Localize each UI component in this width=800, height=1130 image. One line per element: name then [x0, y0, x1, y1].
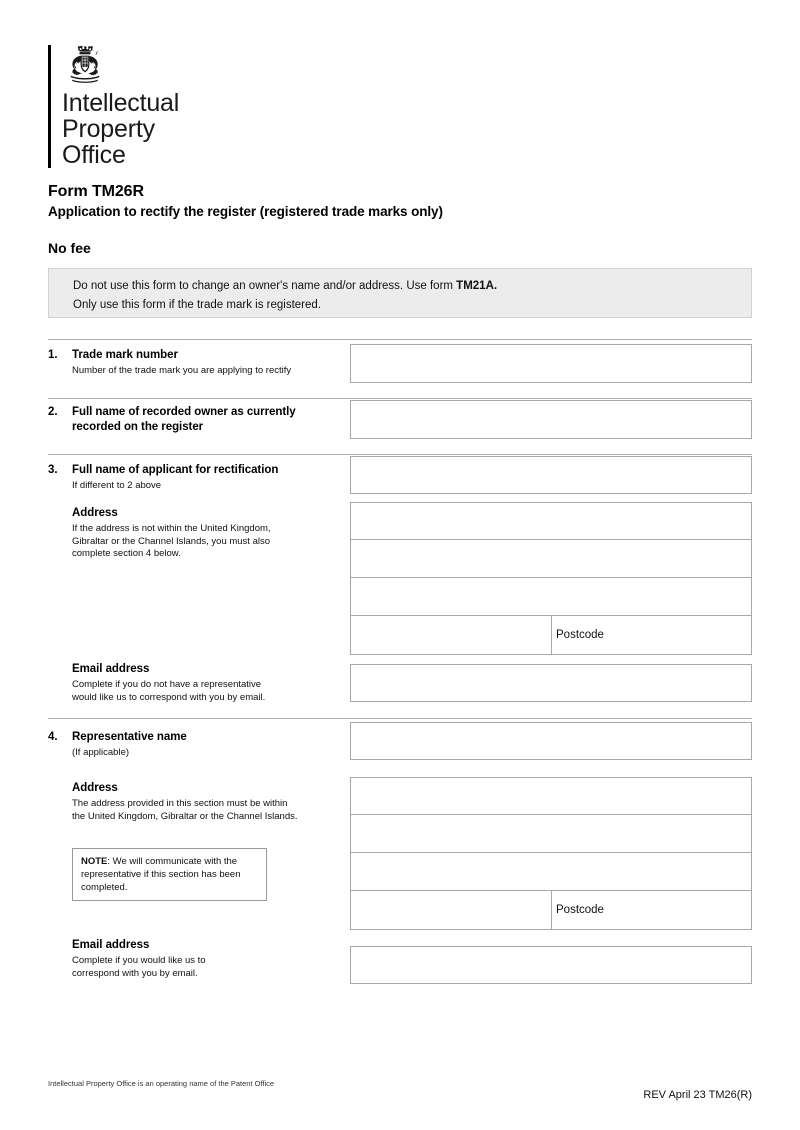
applicant-address-line-3-input[interactable] [350, 577, 752, 616]
applicant-name-input[interactable] [350, 456, 752, 494]
section-4-email-hint-2: correspond with you by email. [72, 967, 198, 979]
notice-box: Do not use this form to change an owner'… [48, 268, 752, 318]
section-1-number: 1. [48, 349, 58, 361]
representative-email-input[interactable] [350, 946, 752, 984]
section-rule-3 [48, 454, 752, 455]
ipo-logo: Intellectual Property Office [48, 45, 179, 168]
section-1-hint: Number of the trade mark you are applyin… [72, 365, 292, 376]
applicant-address-line-2-input[interactable] [350, 539, 752, 578]
notice-form-ref: TM21A. [456, 280, 498, 292]
section-3-email-hint-2: would like us to correspond with you by … [72, 691, 266, 703]
logo-line-1: Intellectual [62, 89, 180, 117]
applicant-address-town-input[interactable] [350, 615, 552, 655]
section-4-title: Representative name [72, 731, 187, 743]
applicant-postcode-label: Postcode [556, 629, 604, 641]
notice-line-1: Do not use this form to change an owner'… [73, 277, 751, 296]
form-page: Intellectual Property Office Form TM26R … [0, 0, 800, 1130]
representative-postcode-label: Postcode [556, 904, 604, 916]
representative-note-box: NOTE: We will communicate with the repre… [72, 848, 267, 901]
recorded-owner-name-input[interactable] [350, 400, 752, 439]
form-title: Form TM26R [48, 183, 144, 200]
section-rule-1 [48, 339, 752, 340]
section-rule-4 [48, 718, 752, 719]
trade-mark-number-input[interactable] [350, 344, 752, 383]
notice-line-1-text: Do not use this form to change an owner'… [73, 280, 457, 292]
section-4-address-title: Address [72, 782, 118, 794]
representative-note-text: NOTE: We will communicate with the repre… [81, 855, 259, 894]
section-3-email-hint-1: Complete if you do not have a representa… [72, 679, 262, 690]
logo-line-2: Property [62, 115, 155, 143]
logo-vertical-bar [48, 45, 51, 168]
section-3-hint: If different to 2 above [72, 480, 162, 491]
section-1-title: Trade mark number [72, 349, 178, 361]
form-subtitle: Application to rectify the register (reg… [48, 204, 443, 219]
section-3-address-title: Address [72, 507, 118, 519]
section-4-email-hint-1: Complete if you would like us to [72, 955, 206, 966]
representative-address-town-input[interactable] [350, 890, 552, 930]
footer-legal-text: Intellectual Property Office is an opera… [48, 1079, 275, 1088]
section-3-email-title: Email address [72, 663, 150, 675]
section-rule-2 [48, 398, 752, 399]
royal-coat-of-arms-icon [70, 45, 100, 83]
representative-note-label: NOTE [81, 856, 108, 867]
applicant-address-line-1-input[interactable] [350, 502, 752, 540]
representative-address-line-2-input[interactable] [350, 814, 752, 853]
section-4-email-title: Email address [72, 939, 150, 951]
representative-address-line-3-input[interactable] [350, 852, 752, 891]
section-3-address-hint-3: complete section 4 below. [72, 548, 181, 559]
section-4-number: 4. [48, 731, 58, 743]
section-3-address-hint-2: Gibraltar or the Channel Islands, you mu… [72, 535, 271, 547]
notice-line-2: Only use this form if the trade mark is … [73, 299, 321, 311]
fee-label: No fee [48, 240, 91, 256]
section-2-title-line-2: recorded on the register [72, 421, 204, 433]
section-4-hint: (If applicable) [72, 747, 130, 758]
section-3-title: Full name of applicant for rectification [72, 464, 279, 476]
footer-revision-text: REV April 23 TM26(R) [643, 1089, 752, 1101]
section-4-address-hint-1: The address provided in this section mus… [72, 798, 288, 809]
section-4-address-hint-2: the United Kingdom, Gibraltar or the Cha… [72, 810, 298, 822]
section-2-title-line-1: Full name of recorded owner as currently [72, 406, 296, 418]
applicant-email-input[interactable] [350, 664, 752, 702]
section-3-address-hint-1: If the address is not within the United … [72, 523, 271, 534]
section-3-number: 3. [48, 464, 58, 476]
section-2-number: 2. [48, 406, 58, 418]
representative-name-input[interactable] [350, 722, 752, 760]
logo-line-3: Office [62, 141, 126, 169]
representative-address-line-1-input[interactable] [350, 777, 752, 815]
